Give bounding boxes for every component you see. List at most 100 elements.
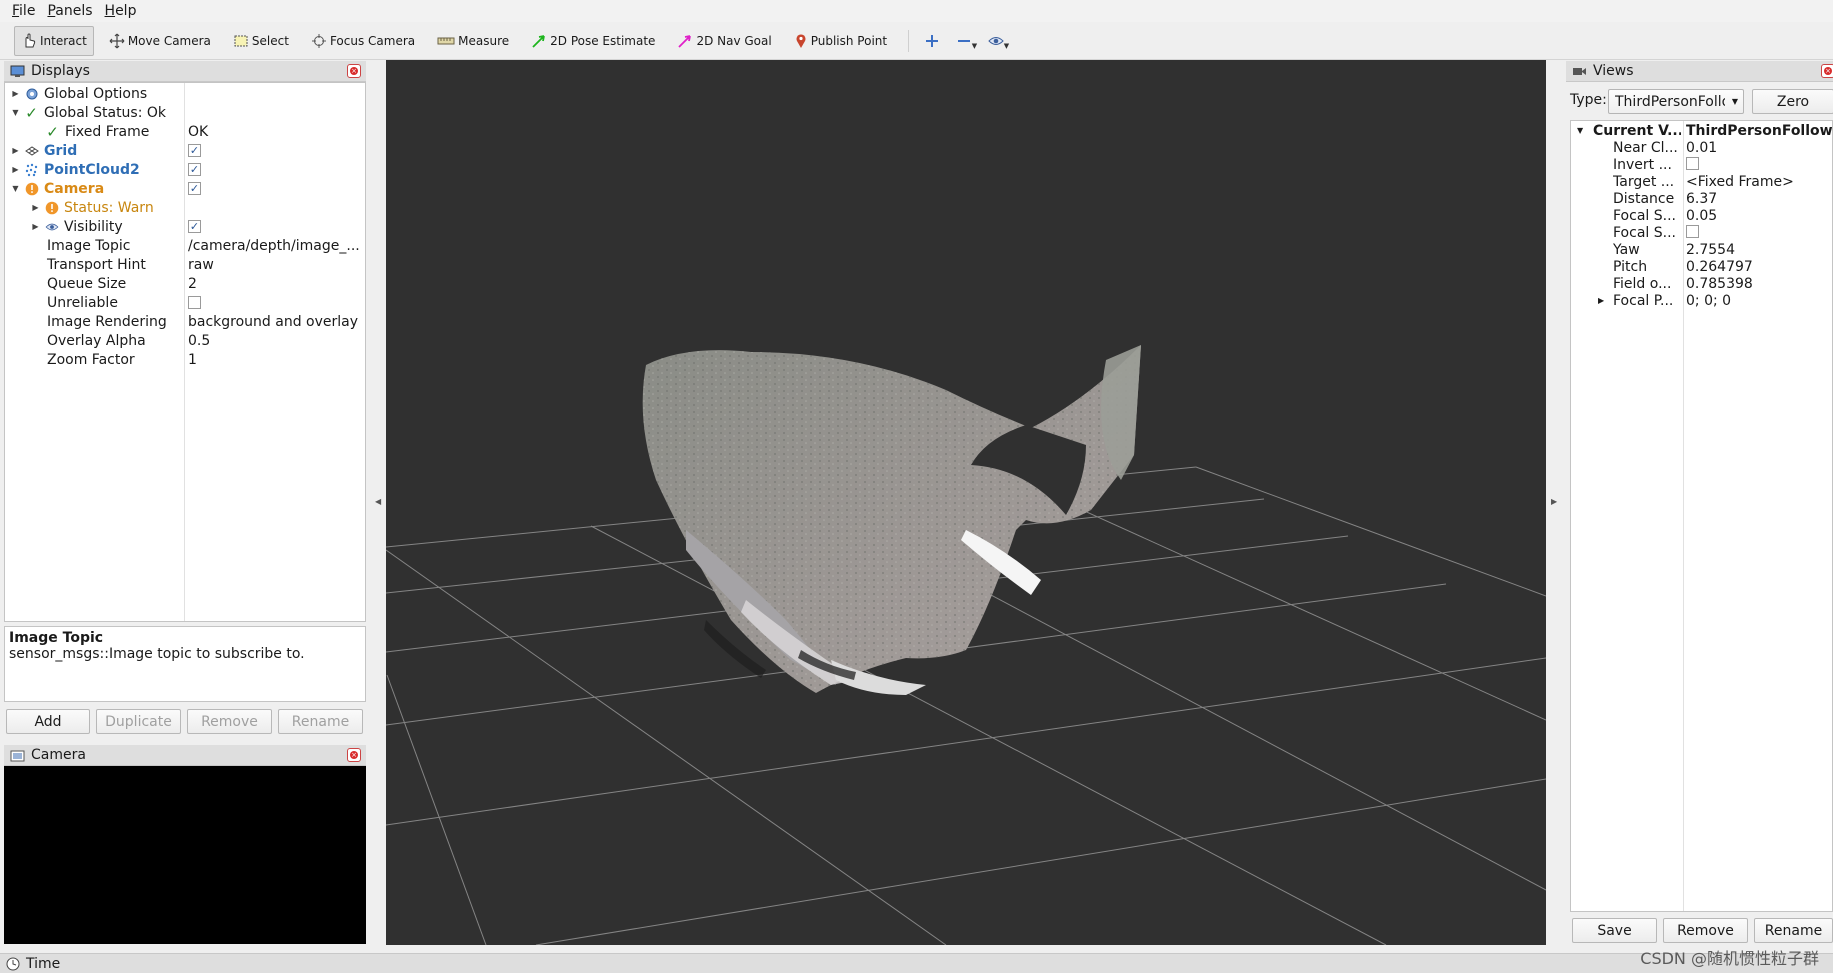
views-close-button[interactable]: × (1821, 64, 1833, 78)
tree-label: Camera (44, 180, 105, 197)
collapse-arrow-icon[interactable]: ▼ (11, 108, 20, 117)
pointcloud2-checkbox[interactable]: ✓ (188, 163, 201, 176)
expand-arrow-icon[interactable]: ▶ (31, 222, 40, 231)
unreliable-checkbox[interactable] (188, 296, 201, 309)
tree-row-global-status[interactable]: ▼ ✓ Global Status: Ok (5, 103, 365, 122)
add-tool-button[interactable] (919, 26, 945, 56)
focal-shape-checkbox[interactable] (1686, 225, 1699, 238)
grid-checkbox[interactable]: ✓ (188, 144, 201, 157)
camera-image-view[interactable] (4, 766, 366, 944)
displays-title: Displays (31, 63, 90, 79)
expand-arrow-icon[interactable]: ▶ (11, 146, 20, 155)
tree-row-fixed-frame[interactable]: ✓ Fixed Frame OK (5, 122, 365, 141)
views-current-view-row[interactable]: ▼ Current V... ThirdPersonFollow... (1571, 123, 1832, 140)
tree-label: Global Options (44, 85, 148, 102)
views-zero-button[interactable]: Zero (1752, 89, 1833, 114)
views-row-pitch[interactable]: Pitch 0.264797 (1571, 259, 1832, 276)
tree-row-grid[interactable]: ▶ Grid ✓ (5, 141, 365, 160)
tool-label: Publish Point (810, 33, 888, 48)
right-splitter-arrow-icon[interactable]: ▶ (1551, 497, 1557, 506)
chevron-down-icon: ▼ (971, 41, 978, 50)
minus-icon (958, 39, 971, 42)
tree-value[interactable]: background and overlay (188, 314, 363, 330)
duplicate-display-button[interactable]: Duplicate (96, 709, 181, 734)
tree-row-global-options[interactable]: ▶ Global Options (5, 84, 365, 103)
move-arrows-icon (109, 33, 125, 48)
tree-row-visibility[interactable]: ▶ Visibility ✓ (5, 217, 365, 236)
camera-checkbox[interactable]: ✓ (188, 182, 201, 195)
add-display-button[interactable]: Add (6, 709, 90, 734)
expand-arrow-icon[interactable]: ▶ (31, 203, 40, 212)
menu-file[interactable]: File (12, 3, 35, 19)
views-row-field-of-view[interactable]: Field o... 0.785398 (1571, 276, 1832, 293)
tree-row-overlay-alpha[interactable]: Overlay Alpha 0.5 (5, 331, 365, 350)
tree-row-pointcloud2[interactable]: ▶ PointCloud2 ✓ (5, 160, 365, 179)
views-row-invert-z[interactable]: Invert ... (1571, 157, 1832, 174)
toolbar-visibility-button[interactable]: ▼ (983, 26, 1009, 56)
tree-row-unreliable[interactable]: Unreliable (5, 293, 365, 312)
tool-publish-point[interactable]: Publish Point (787, 26, 894, 56)
collapse-arrow-icon[interactable]: ▼ (11, 184, 20, 193)
views-row-distance[interactable]: Distance 6.37 (1571, 191, 1832, 208)
tool-measure[interactable]: Measure (430, 26, 516, 56)
menubar: File Panels Help (0, 0, 1833, 22)
3d-scene (386, 60, 1546, 945)
left-splitter-arrow-icon[interactable]: ◀ (375, 497, 381, 506)
gear-icon (24, 86, 39, 101)
rename-display-button[interactable]: Rename (278, 709, 363, 734)
ruler-icon (437, 37, 455, 44)
map-pin-icon (796, 33, 806, 48)
tree-row-image-topic[interactable]: Image Topic /camera/depth/image_... (5, 236, 365, 255)
expand-arrow-icon[interactable]: ▶ (11, 165, 20, 174)
tool-2d-nav-goal[interactable]: 2D Nav Goal (670, 26, 778, 56)
time-panel-title: Time CSDN @随机惯性粒子群 (0, 949, 1833, 973)
eye-icon (988, 36, 1004, 45)
tool-select[interactable]: Select (226, 26, 296, 56)
camera-panel-icon (10, 750, 25, 761)
tool-move-camera[interactable]: Move Camera (102, 26, 218, 56)
views-row-target-frame[interactable]: Target ... <Fixed Frame> (1571, 174, 1832, 191)
displays-close-button[interactable]: × (347, 64, 361, 78)
remove-display-button[interactable]: Remove (187, 709, 272, 734)
tree-row-transport-hint[interactable]: Transport Hint raw (5, 255, 365, 274)
tree-value[interactable]: 1 (188, 352, 363, 368)
remove-tool-button[interactable]: ▼ (951, 26, 977, 56)
camera-close-button[interactable]: × (347, 748, 361, 762)
invert-z-checkbox[interactable] (1686, 157, 1699, 170)
views-type-select[interactable]: ThirdPersonFollower ▼ (1608, 89, 1744, 114)
views-row-focal-shape-fixed[interactable]: Focal S... (1571, 225, 1832, 242)
tree-value[interactable]: 0.5 (188, 333, 363, 349)
tree-row-zoom-factor[interactable]: Zoom Factor 1 (5, 350, 365, 369)
tool-focus-camera[interactable]: Focus Camera (304, 26, 422, 56)
views-row-near-clip[interactable]: Near Cl... 0.01 (1571, 140, 1832, 157)
expand-arrow-icon[interactable]: ▶ (11, 89, 20, 98)
tool-label: Interact (40, 33, 87, 48)
tool-2d-pose-estimate[interactable]: 2D Pose Estimate (524, 26, 662, 56)
tree-row-queue-size[interactable]: Queue Size 2 (5, 274, 365, 293)
views-rename-button[interactable]: Rename (1754, 918, 1833, 943)
tree-label: Visibility (64, 218, 123, 235)
views-row-focal-shape-size[interactable]: Focal S... 0.05 (1571, 208, 1832, 225)
tool-interact[interactable]: Interact (14, 25, 94, 56)
expand-arrow-icon[interactable]: ▶ (1598, 296, 1604, 305)
tree-row-image-rendering[interactable]: Image Rendering background and overlay (5, 312, 365, 331)
views-remove-button[interactable]: Remove (1663, 918, 1748, 943)
time-title: Time (26, 955, 61, 972)
collapse-arrow-icon[interactable]: ▼ (1577, 126, 1583, 135)
views-save-button[interactable]: Save (1572, 918, 1657, 943)
plus-icon (926, 34, 939, 47)
hand-pointer-icon (25, 32, 36, 47)
tree-value[interactable]: 2 (188, 276, 363, 292)
tree-value[interactable]: raw (188, 257, 363, 273)
tree-row-status-warn[interactable]: ▶ Status: Warn (5, 198, 365, 217)
tree-row-camera[interactable]: ▼ Camera ✓ (5, 179, 365, 198)
views-row-yaw[interactable]: Yaw 2.7554 (1571, 242, 1832, 259)
views-row-focal-point[interactable]: ▶ Focal P... 0; 0; 0 (1571, 293, 1832, 310)
menu-panels[interactable]: Panels (47, 3, 92, 19)
visibility-checkbox[interactable]: ✓ (188, 220, 201, 233)
tool-label: Select (251, 33, 289, 48)
eye-icon (44, 219, 59, 234)
menu-help[interactable]: Help (105, 3, 137, 19)
3d-viewport[interactable] (386, 60, 1546, 945)
tree-value[interactable]: /camera/depth/image_... (188, 238, 363, 254)
